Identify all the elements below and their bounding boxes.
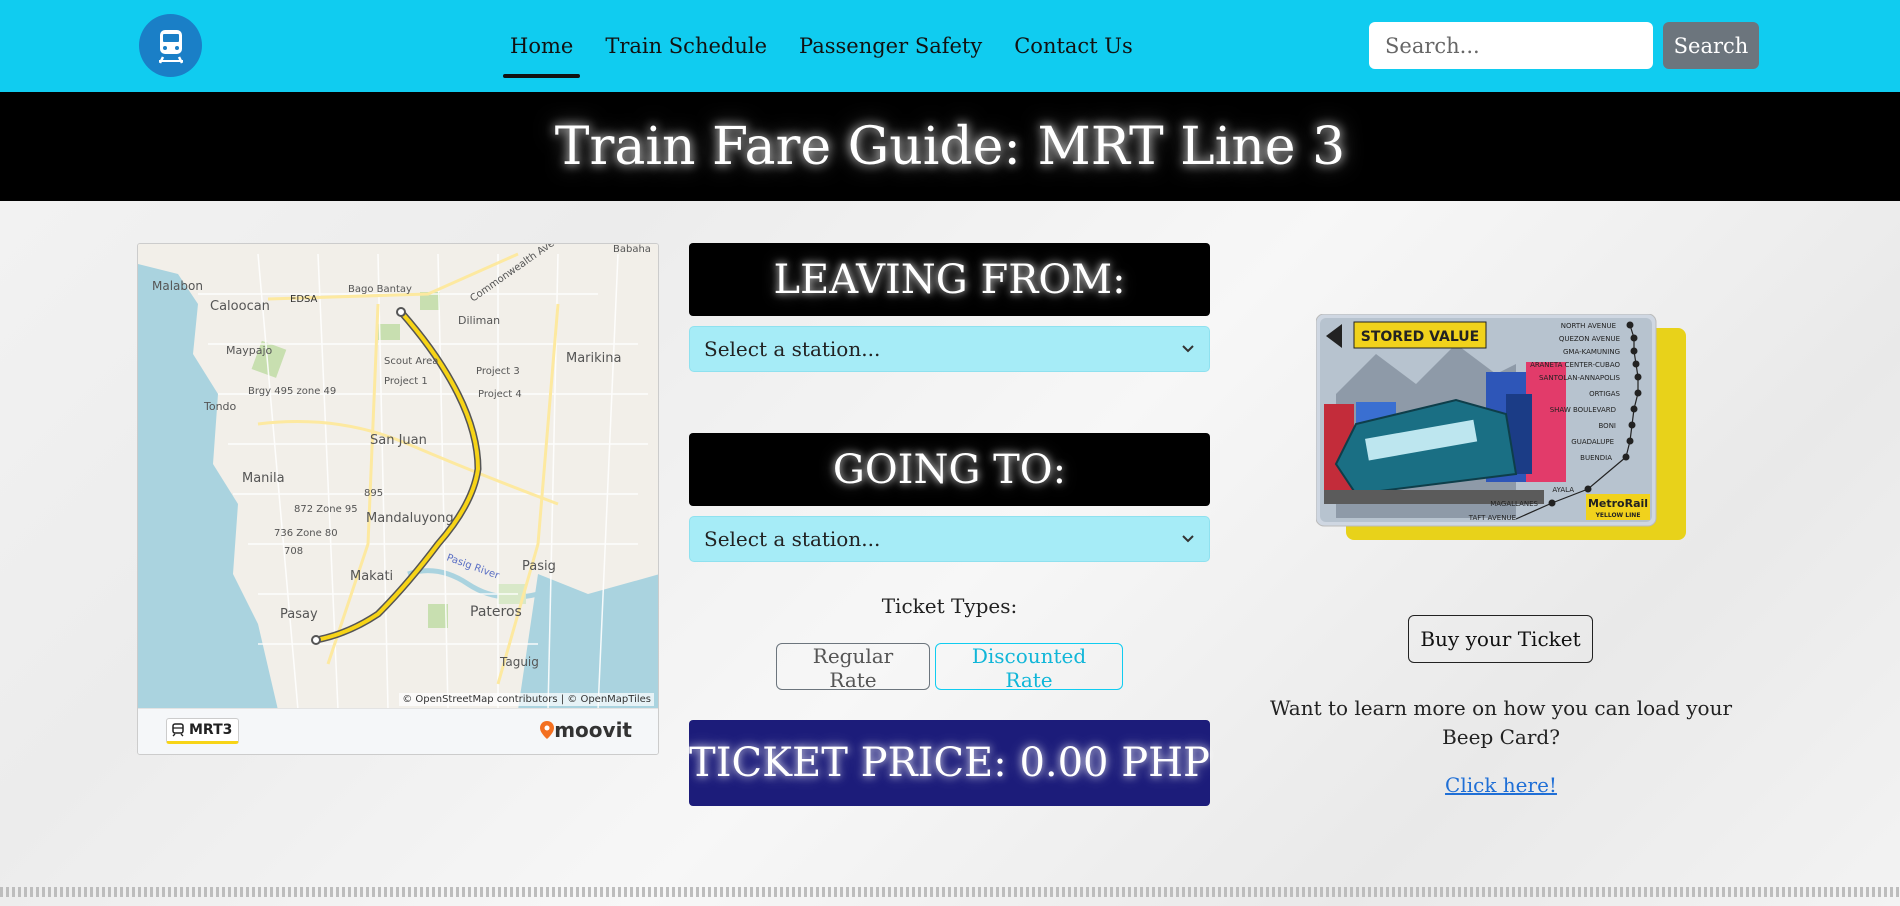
map-label: Caloocan xyxy=(210,299,270,314)
chevron-down-icon xyxy=(1182,535,1194,543)
route-map[interactable]: Babaha Malabon Caloocan EDSA Bago Bantay… xyxy=(137,243,659,755)
load-beep-card-text: Want to learn more on how you can load y… xyxy=(1269,696,1733,749)
map-label: Manila xyxy=(242,471,285,486)
beep-card-image: STORED VALUE NORTH AVENUE QUEZON AVENUE … xyxy=(1315,313,1686,544)
map-label: Marikina xyxy=(566,351,622,366)
card-station: SANTOLAN-ANNAPOLIS xyxy=(1539,374,1621,382)
map-label: Pasig xyxy=(522,559,556,574)
card-station: BONI xyxy=(1599,422,1617,430)
leaving-station-select[interactable]: Select a station... xyxy=(689,326,1210,372)
map-label: Malabon xyxy=(152,279,203,293)
click-here-link[interactable]: Click here! xyxy=(1246,773,1756,797)
ticket-types-label: Ticket Types: xyxy=(881,594,1018,618)
card-station: ORTIGAS xyxy=(1589,390,1620,398)
going-to-header: GOING TO: xyxy=(689,433,1210,506)
card-line: YELLOW LINE xyxy=(1595,512,1641,519)
title-bar: Train Fare Guide: MRT Line 3 xyxy=(0,92,1900,201)
map-label: 895 xyxy=(364,488,383,499)
map-label: Scout Area xyxy=(384,356,438,367)
map-label: Project 1 xyxy=(384,376,428,387)
card-station: GUADALUPE xyxy=(1571,438,1614,446)
card-station: SHAW BOULEVARD xyxy=(1550,406,1616,414)
card-station: AYALA xyxy=(1552,486,1574,494)
card-station: MAGALLANES xyxy=(1490,500,1538,508)
stored-value-text: STORED VALUE xyxy=(1361,329,1479,345)
card-station: TAFT AVENUE xyxy=(1468,514,1516,522)
moovit-label: moovit xyxy=(554,718,632,742)
line-badge-label: MRT3 xyxy=(189,722,233,738)
discounted-rate-button[interactable]: Discounted Rate xyxy=(935,643,1123,692)
going-station-select[interactable]: Select a station... xyxy=(689,516,1210,562)
map-label: San Juan xyxy=(370,433,427,448)
map-label: Bago Bantay xyxy=(348,284,412,295)
line-badge: MRT3 xyxy=(166,718,240,744)
map-label: Makati xyxy=(350,569,393,584)
train-logo-icon[interactable] xyxy=(139,14,202,77)
map-label: Pateros xyxy=(470,604,522,620)
nav-links: Home Train Schedule Passenger Safety Con… xyxy=(500,0,1155,92)
map-label: Project 3 xyxy=(476,366,520,377)
nav-home[interactable]: Home xyxy=(500,0,583,92)
nav-train-schedule[interactable]: Train Schedule xyxy=(595,0,777,92)
map-footer: MRT3 moovit xyxy=(138,708,658,754)
leaving-from-header: LEAVING FROM: xyxy=(689,243,1210,316)
nav-passenger-safety[interactable]: Passenger Safety xyxy=(789,0,992,92)
map-label: Project 4 xyxy=(478,389,522,400)
card-brand: MetroRail xyxy=(1588,497,1648,510)
map-label: 872 Zone 95 xyxy=(294,504,358,515)
map-label: Tondo xyxy=(203,400,237,413)
map-label: Diliman xyxy=(458,314,500,327)
regular-rate-button[interactable]: Regular Rate xyxy=(776,643,930,692)
buy-ticket-button[interactable]: Buy your Ticket xyxy=(1408,615,1593,663)
card-station: ARANETA CENTER-CUBAO xyxy=(1530,361,1620,369)
map-label: Taguig xyxy=(499,655,539,669)
card-station: BUENDIA xyxy=(1580,454,1612,462)
card-station: GMA-KAMUNING xyxy=(1563,348,1620,356)
train-icon xyxy=(172,723,184,737)
map-label: Mandaluyong xyxy=(366,511,454,526)
map-label: Pasay xyxy=(280,607,318,622)
leaving-select-value: Select a station... xyxy=(704,337,881,361)
footer-divider xyxy=(0,887,1900,897)
chevron-down-icon xyxy=(1182,345,1194,353)
card-station: NORTH AVENUE xyxy=(1561,322,1616,330)
navbar: Home Train Schedule Passenger Safety Con… xyxy=(0,0,1900,92)
map-canvas: Babaha Malabon Caloocan EDSA Bago Bantay… xyxy=(138,244,658,710)
map-attribution: © OpenStreetMap contributors | © OpenMap… xyxy=(399,693,654,706)
map-label: 736 Zone 80 xyxy=(274,528,338,539)
search-input[interactable] xyxy=(1369,22,1653,69)
map-label: Brgy 495 zone 49 xyxy=(248,386,336,397)
map-label: EDSA xyxy=(290,294,318,305)
page-title: Train Fare Guide: MRT Line 3 xyxy=(554,116,1346,177)
search-button[interactable]: Search xyxy=(1663,22,1759,69)
going-to-label: GOING TO: xyxy=(832,446,1067,493)
card-station: QUEZON AVENUE xyxy=(1559,335,1620,343)
nav-contact-us[interactable]: Contact Us xyxy=(1004,0,1143,92)
moovit-logo: moovit xyxy=(540,718,632,742)
going-select-value: Select a station... xyxy=(704,527,881,551)
map-label: 708 xyxy=(284,546,303,557)
map-label: Maypajo xyxy=(226,344,273,357)
map-label: Babaha xyxy=(613,244,651,255)
ticket-price: TICKET PRICE: 0.00 PHP xyxy=(689,740,1210,786)
map-pin-icon xyxy=(540,721,555,739)
leaving-from-label: LEAVING FROM: xyxy=(773,256,1126,303)
ticket-price-box: TICKET PRICE: 0.00 PHP xyxy=(689,720,1210,806)
